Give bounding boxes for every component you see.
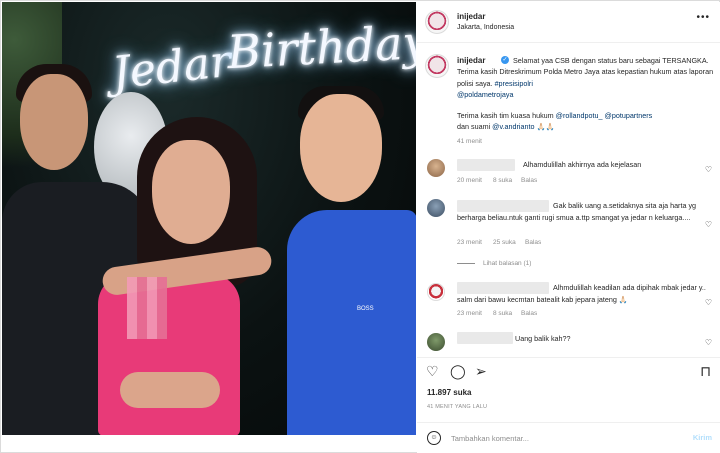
view-replies-label[interactable]: Lihat balasan (1): [483, 260, 531, 267]
mention-link[interactable]: @v.andrianto: [492, 122, 534, 131]
location[interactable]: Jakarta, Indonesia: [457, 24, 514, 31]
comment-username-hidden: [457, 159, 515, 171]
caption-thanks: Terima kasih tim kuasa hukum @rollandpot…: [457, 110, 715, 133]
caption-username[interactable]: inijedar: [457, 56, 485, 65]
avatar[interactable]: [427, 199, 445, 217]
thanks-text-2: dan suami: [457, 122, 491, 132]
thanks-text: Terima kasih tim kuasa hukum: [457, 111, 554, 120]
reply-button[interactable]: Balas: [521, 177, 537, 184]
verified-icon: ✓: [501, 56, 509, 64]
action-bar: ♡ ◯ ➢ ⊓: [417, 357, 720, 385]
replies-divider: [457, 262, 475, 264]
avatar[interactable]: [427, 159, 445, 177]
caption-emoji: 🙏🏻🙏🏻: [536, 122, 555, 132]
comment-text: Gak balik uang a.setidaknya sita aja har…: [457, 201, 697, 222]
comment-icon[interactable]: ◯: [450, 364, 466, 378]
censor-blur: [127, 277, 167, 339]
post-button[interactable]: Kirim: [693, 433, 712, 442]
comment-likes[interactable]: 8 suka: [493, 177, 512, 184]
like-label: suka: [453, 388, 472, 397]
heart-icon[interactable]: ♡: [426, 364, 439, 378]
dress-cutout: [120, 372, 220, 408]
avatar[interactable]: [427, 333, 445, 351]
avatar[interactable]: [425, 10, 449, 34]
heart-icon[interactable]: ♡: [705, 298, 712, 307]
mention-link[interactable]: @rollandpotu_: [556, 111, 603, 120]
man-left-head: [20, 74, 88, 170]
instagram-post: Jedar Birthday BOSS inijedar Jakarta, In…: [0, 0, 720, 453]
woman-dress: [98, 274, 240, 435]
like-count[interactable]: 11.897 suka: [427, 388, 472, 397]
woman-head: [152, 140, 230, 244]
post-time: 41 MENIT YANG LALU: [427, 404, 488, 410]
comment-composer: ☺ Kirim: [417, 422, 720, 453]
comment-time: 20 menit: [457, 177, 482, 184]
heart-icon[interactable]: ♡: [705, 220, 712, 229]
comment-likes[interactable]: 8 suka: [493, 310, 512, 317]
comment-time: 23 menit: [457, 310, 482, 317]
header-username[interactable]: inijedar: [457, 12, 485, 21]
reply-button[interactable]: Balas: [521, 310, 537, 317]
caption-avatar[interactable]: [425, 54, 449, 78]
heart-icon[interactable]: ♡: [705, 338, 712, 347]
mention-link[interactable]: @poldametrojaya: [457, 90, 513, 99]
comment-username-hidden: [457, 332, 513, 344]
more-icon[interactable]: •••: [696, 12, 710, 23]
caption-time: 41 menit: [457, 138, 482, 145]
comment-time: 23 menit: [457, 239, 482, 246]
post-header: inijedar Jakarta, Indonesia •••: [417, 2, 720, 43]
share-icon[interactable]: ➢: [475, 364, 487, 378]
comment-likes[interactable]: 25 suka: [493, 239, 516, 246]
hashtag-link[interactable]: #presisipolri: [495, 79, 533, 88]
man-right-body: BOSS: [287, 210, 416, 435]
man-right-head: [300, 94, 382, 202]
comment-input[interactable]: [451, 431, 671, 445]
shirt-logo: BOSS: [357, 306, 374, 312]
emoji-icon[interactable]: ☺: [427, 431, 441, 445]
reply-button[interactable]: Balas: [525, 239, 541, 246]
comment-text: Alhamdulillah akhirnya ada kejelasan: [523, 160, 642, 169]
post-panel: inijedar Jakarta, Indonesia ••• Selamat …: [417, 2, 720, 453]
neon-sign-birthday: Birthday: [225, 14, 416, 80]
view-replies[interactable]: Lihat balasan (1): [457, 260, 531, 267]
post-photo[interactable]: Jedar Birthday BOSS: [2, 2, 416, 435]
avatar[interactable]: [427, 283, 445, 301]
mention-link[interactable]: @potupartners: [605, 111, 653, 120]
neon-sign-name: Jedar: [109, 35, 234, 100]
bookmark-icon[interactable]: ⊓: [700, 364, 711, 378]
caption-text: Selamat yaa CSB dengan status baru sebag…: [457, 55, 715, 100]
comment-text: Uang balik kah??: [515, 334, 571, 343]
heart-icon[interactable]: ♡: [705, 165, 712, 174]
comment-text: Alhmdulillah keadilan ada dipihak mbak j…: [457, 283, 706, 304]
like-number: 11.897: [427, 388, 452, 397]
